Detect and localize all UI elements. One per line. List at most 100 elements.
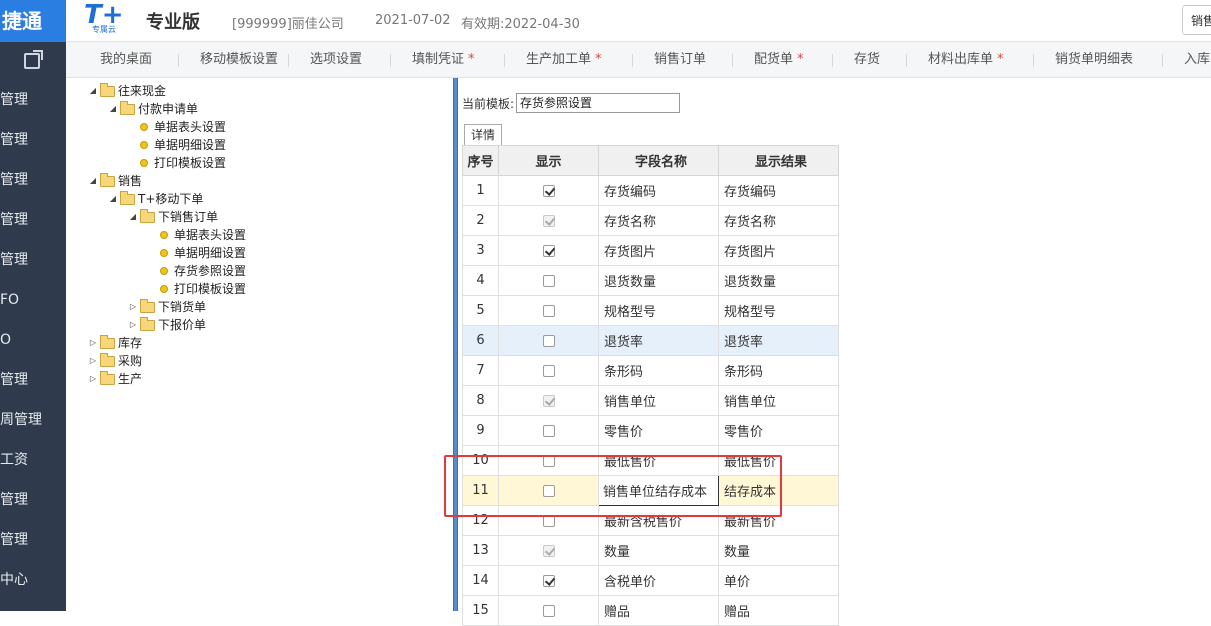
field-name-cell[interactable]: 退货数量 (598, 265, 719, 296)
field-name-cell[interactable]: 条形码 (598, 355, 719, 386)
tab-item[interactable]: 销售订单 (654, 42, 706, 77)
collapsed-triangle-icon[interactable]: ▷ (88, 352, 98, 370)
show-checkbox[interactable] (542, 184, 555, 197)
expanded-triangle-icon[interactable]: ◢ (108, 190, 118, 208)
expanded-triangle-icon[interactable]: ◢ (88, 172, 98, 190)
table-row[interactable]: 3 存货图片 存货图片 (462, 235, 839, 266)
display-result-cell[interactable]: 规格型号 (718, 295, 839, 326)
table-row[interactable]: 7 条形码 条形码 (462, 355, 839, 386)
tree-folder[interactable]: ▷ 库存 (88, 334, 142, 352)
sidebar-menu: 管理 管理 管理 管理 管理 FO O 管理 周管理 工资 管理 管理 中心 (0, 80, 66, 600)
tree-folder[interactable]: ▷ 下销货单 (128, 298, 206, 316)
new-window-icon[interactable] (24, 50, 43, 69)
sidebar-item[interactable]: 管理 (0, 360, 66, 400)
tab-item[interactable]: 我的桌面 (100, 42, 152, 77)
field-name-cell[interactable]: 规格型号 (598, 295, 719, 326)
tab-item[interactable]: 配货单 * (754, 42, 804, 77)
field-name-cell[interactable]: 退货率 (598, 325, 719, 356)
table-row[interactable]: 4 退货数量 退货数量 (462, 265, 839, 296)
sidebar-item[interactable]: 管理 (0, 520, 66, 560)
show-checkbox[interactable] (542, 274, 555, 287)
tab-item[interactable]: 入库 (1184, 42, 1210, 77)
sidebar-item[interactable]: 管理 (0, 120, 66, 160)
show-checkbox[interactable] (542, 304, 555, 317)
tree-leaf[interactable]: 打印模板设置 (160, 280, 246, 298)
table-row[interactable]: 5 规格型号 规格型号 (462, 295, 839, 326)
sidebar-item[interactable]: 周管理 (0, 400, 66, 440)
table-row[interactable]: 9 零售价 零售价 (462, 415, 839, 446)
tree-leaf[interactable]: 单据表头设置 (160, 226, 246, 244)
field-name-cell[interactable]: 零售价 (598, 415, 719, 446)
brand-logo[interactable]: 捷通 (0, 0, 66, 42)
sidebar-item[interactable]: 管理 (0, 160, 66, 200)
sidebar-item[interactable]: 管理 (0, 240, 66, 280)
expanded-triangle-icon[interactable]: ◢ (108, 100, 118, 118)
tree-folder[interactable]: ◢ T+移动下单 (108, 190, 203, 208)
sidebar-item[interactable]: 管理 (0, 480, 66, 520)
display-result-cell[interactable]: 存货名称 (718, 205, 839, 236)
display-result-cell[interactable]: 数量 (718, 535, 839, 566)
field-name-cell[interactable]: 数量 (598, 535, 719, 566)
sidebar-toggle[interactable] (0, 42, 66, 80)
tree-folder[interactable]: ◢ 往来现金 (88, 82, 166, 100)
tab-item[interactable]: 选项设置 (310, 42, 362, 77)
field-name-cell[interactable]: 存货图片 (598, 235, 719, 266)
tab-item[interactable]: 移动模板设置 (200, 42, 278, 77)
field-name-cell[interactable]: 存货名称 (598, 205, 719, 236)
tree-folder[interactable]: ▷ 生产 (88, 370, 142, 388)
collapsed-triangle-icon[interactable]: ▷ (128, 298, 138, 316)
sidebar-item[interactable]: 中心 (0, 560, 66, 600)
tree-leaf[interactable]: 打印模板设置 (140, 154, 226, 172)
display-result-cell[interactable]: 存货编码 (718, 175, 839, 206)
display-result-cell[interactable]: 退货数量 (718, 265, 839, 296)
tree-leaf[interactable]: 单据表头设置 (140, 118, 226, 136)
tree-folder[interactable]: ▷ 采购 (88, 352, 142, 370)
tree-leaf[interactable]: 存货参照设置 (160, 262, 246, 280)
table-row[interactable]: 8 销售单位 销售单位 (462, 385, 839, 416)
table-row[interactable]: 14 含税单价 单价 (462, 565, 839, 596)
field-name-cell[interactable]: 销售单位 (598, 385, 719, 416)
tree-leaf[interactable]: 单据明细设置 (160, 244, 246, 262)
tab-item[interactable]: 填制凭证 * (412, 42, 475, 77)
sidebar-item[interactable]: FO (0, 280, 66, 320)
tree-leaf[interactable]: 单据明细设置 (140, 136, 226, 154)
sidebar-item[interactable]: 管理 (0, 80, 66, 120)
tab-item[interactable]: 材料出库单 * (928, 42, 1004, 77)
tree-folder[interactable]: ◢ 付款申请单 (108, 100, 198, 118)
show-checkbox[interactable] (542, 244, 555, 257)
display-result-cell[interactable]: 退货率 (718, 325, 839, 356)
display-result-cell[interactable]: 单价 (718, 565, 839, 596)
display-result-cell[interactable]: 零售价 (718, 415, 839, 446)
table-row[interactable]: 2 存货名称 存货名称 (462, 205, 839, 236)
show-checkbox[interactable] (542, 334, 555, 347)
display-result-cell[interactable]: 销售单位 (718, 385, 839, 416)
header-search-input[interactable]: 销售 (1182, 5, 1211, 35)
display-result-cell[interactable]: 条形码 (718, 355, 839, 386)
tab-detail[interactable]: 详情 (464, 124, 502, 146)
sidebar-item[interactable]: 管理 (0, 200, 66, 240)
sidebar-item[interactable]: O (0, 320, 66, 360)
collapsed-triangle-icon[interactable]: ▷ (88, 334, 98, 352)
show-checkbox[interactable] (542, 574, 555, 587)
expanded-triangle-icon[interactable]: ◢ (88, 82, 98, 100)
tree-folder[interactable]: ▷ 下报价单 (128, 316, 206, 334)
tree-folder[interactable]: ◢ 销售 (88, 172, 142, 190)
display-result-cell[interactable]: 存货图片 (718, 235, 839, 266)
show-checkbox[interactable] (542, 424, 555, 437)
field-name-cell[interactable]: 存货编码 (598, 175, 719, 206)
sidebar-item[interactable]: 工资 (0, 440, 66, 480)
panel-splitter[interactable] (453, 78, 458, 611)
tab-item[interactable]: 销货单明细表 (1055, 42, 1133, 77)
table-row[interactable]: 13 数量 数量 (462, 535, 839, 566)
collapsed-triangle-icon[interactable]: ▷ (128, 316, 138, 334)
expanded-triangle-icon[interactable]: ◢ (128, 208, 138, 226)
show-checkbox[interactable] (542, 364, 555, 377)
tab-item[interactable]: 存货 (854, 42, 880, 77)
current-template-field[interactable]: 存货参照设置 (516, 93, 680, 113)
field-name-cell[interactable]: 含税单价 (598, 565, 719, 596)
collapsed-triangle-icon[interactable]: ▷ (88, 370, 98, 388)
table-row[interactable]: 1 存货编码 存货编码 (462, 175, 839, 206)
table-row[interactable]: 6 退货率 退货率 (462, 325, 839, 356)
tab-item[interactable]: 生产加工单 * (526, 42, 602, 77)
tree-folder[interactable]: ◢ 下销售订单 (128, 208, 218, 226)
